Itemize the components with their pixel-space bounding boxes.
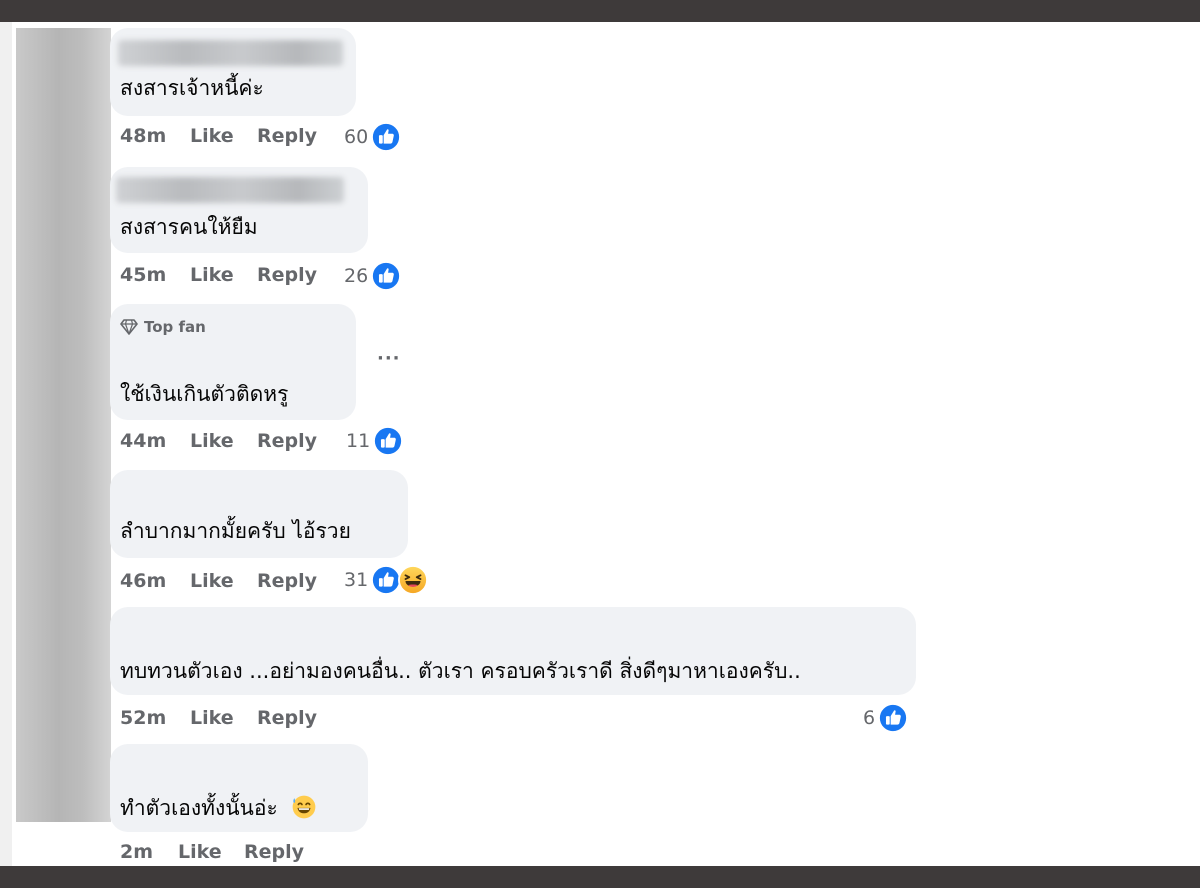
reaction-count: 6 bbox=[863, 707, 876, 729]
comment-bubble: สงสารคนให้ยืม bbox=[110, 167, 368, 253]
window-frame-top bbox=[0, 0, 1200, 22]
like-icon bbox=[371, 565, 402, 595]
comment-bubble: ทบทวนตัวเอง ...อย่ามองคนอื่น.. ตัวเรา คร… bbox=[110, 607, 916, 695]
comment-timestamp[interactable]: 46m bbox=[120, 570, 166, 592]
blurred-avatar-column bbox=[16, 28, 111, 822]
reply-button[interactable]: Reply bbox=[257, 264, 317, 286]
reply-button[interactable]: Reply bbox=[257, 430, 317, 452]
blurred-author-name[interactable] bbox=[116, 177, 344, 203]
comment-timestamp[interactable]: 2m bbox=[120, 841, 153, 863]
haha-icon bbox=[398, 565, 429, 595]
like-button[interactable]: Like bbox=[190, 707, 234, 729]
comment-text: ใช้เงินเกินตัวติดหรู bbox=[120, 382, 289, 406]
reaction-summary[interactable]: 26 bbox=[344, 261, 402, 291]
window-frame-bottom bbox=[0, 866, 1200, 888]
more-options-icon[interactable]: ··· bbox=[377, 348, 401, 369]
comment-text: ทบทวนตัวเอง ...อย่ามองคนอื่น.. ตัวเรา คร… bbox=[120, 659, 801, 683]
comment-timestamp[interactable]: 45m bbox=[120, 264, 166, 286]
comment-text: สงสารคนให้ยืม bbox=[120, 215, 258, 239]
comment-bubble: ลำบากมากมั้ยครับ ไอ้รวย bbox=[110, 470, 408, 558]
reaction-count: 26 bbox=[344, 265, 369, 287]
like-icon bbox=[371, 122, 402, 152]
comment-text: ทำตัวเองทั้งนั้นอ่ะ bbox=[120, 792, 317, 825]
reaction-summary[interactable]: 60 bbox=[344, 122, 402, 152]
comment-timestamp[interactable]: 52m bbox=[120, 707, 166, 729]
top-fan-badge: Top fan bbox=[120, 318, 206, 336]
top-fan-label: Top fan bbox=[144, 318, 206, 336]
comment-timestamp[interactable]: 44m bbox=[120, 430, 166, 452]
comment-bubble: Top fan ใช้เงินเกินตัวติดหรู bbox=[110, 304, 356, 420]
like-button[interactable]: Like bbox=[190, 264, 234, 286]
reaction-summary[interactable]: 6 bbox=[863, 703, 909, 733]
reply-button[interactable]: Reply bbox=[257, 707, 317, 729]
comment-text: ลำบากมากมั้ยครับ ไอ้รวย bbox=[120, 519, 351, 543]
reply-button[interactable]: Reply bbox=[257, 125, 317, 147]
like-button[interactable]: Like bbox=[190, 125, 234, 147]
comment-text-body: ทำตัวเองทั้งนั้นอ่ะ bbox=[120, 796, 278, 820]
reaction-summary[interactable]: 31 bbox=[344, 565, 429, 595]
reaction-count: 60 bbox=[344, 126, 369, 148]
comment-bubble: สงสารเจ้าหนี้ค่ะ bbox=[110, 28, 356, 116]
diamond-icon bbox=[120, 319, 138, 335]
comment-timestamp[interactable]: 48m bbox=[120, 125, 166, 147]
window-frame-left bbox=[0, 22, 12, 866]
like-button[interactable]: Like bbox=[190, 430, 234, 452]
reaction-count: 11 bbox=[346, 430, 371, 452]
reply-button[interactable]: Reply bbox=[244, 841, 304, 863]
reaction-summary[interactable]: 11 bbox=[346, 426, 404, 456]
comment-text: สงสารเจ้าหนี้ค่ะ bbox=[120, 76, 264, 100]
comment-bubble: ทำตัวเองทั้งนั้นอ่ะ bbox=[110, 744, 368, 832]
like-icon bbox=[373, 426, 404, 456]
like-icon bbox=[371, 261, 402, 291]
reaction-count: 31 bbox=[344, 569, 369, 591]
blurred-author-name[interactable] bbox=[118, 40, 343, 66]
like-button[interactable]: Like bbox=[178, 841, 222, 863]
like-icon bbox=[878, 703, 909, 733]
like-button[interactable]: Like bbox=[190, 570, 234, 592]
reply-button[interactable]: Reply bbox=[257, 570, 317, 592]
grinning-sweat-emoji-icon bbox=[292, 795, 315, 819]
